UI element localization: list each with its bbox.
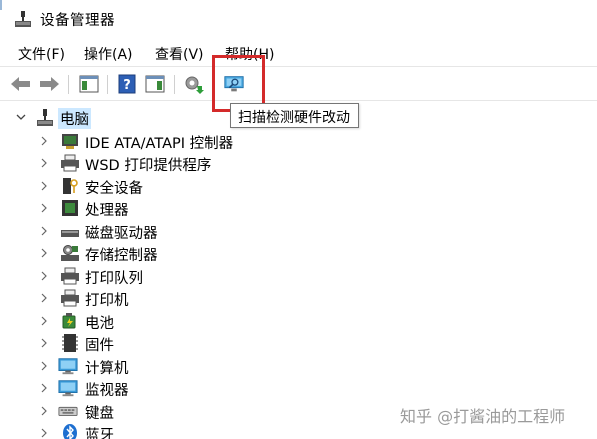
tree-item-monitor[interactable]: 监视器 <box>0 377 597 399</box>
svg-text:?: ? <box>123 78 131 93</box>
update-driver-button[interactable] <box>183 73 205 95</box>
menu-file[interactable]: 文件(F) <box>18 44 65 64</box>
ide-controller-icon <box>62 134 78 149</box>
computer-root-icon <box>37 109 53 126</box>
forward-arrow-icon <box>40 77 59 91</box>
tree-item-security[interactable]: 安全设备 <box>0 175 597 197</box>
monitor-icon <box>58 380 78 397</box>
security-device-icon <box>63 178 78 194</box>
tree-item-ide[interactable]: IDE ATA/ATAPI 控制器 <box>0 130 597 152</box>
computer-icon <box>58 358 78 375</box>
tree-item-printer[interactable]: 打印机 <box>0 287 597 309</box>
chevron-right-icon[interactable] <box>39 405 49 417</box>
scan-hardware-tooltip: 扫描检测硬件改动 <box>230 103 359 128</box>
watermark-text: 知乎 @打酱油的工程师 <box>400 407 566 426</box>
battery-icon <box>62 313 76 329</box>
chevron-right-icon[interactable] <box>39 202 49 214</box>
chevron-right-icon[interactable] <box>39 247 49 259</box>
chevron-right-icon[interactable] <box>39 135 49 147</box>
tree-item-disk[interactable]: 磁盘驱动器 <box>0 220 597 242</box>
tree-item-processor[interactable]: 处理器 <box>0 197 597 219</box>
chevron-right-icon[interactable] <box>39 292 49 304</box>
tree-item-label: 磁盘驱动器 <box>85 226 158 242</box>
processor-icon <box>62 200 78 216</box>
device-manager-icon <box>15 11 31 27</box>
toolbar-separator <box>68 75 69 94</box>
tree-item-label: 打印机 <box>85 293 129 309</box>
update-driver-icon <box>185 76 204 94</box>
keyboard-icon <box>58 406 78 417</box>
chevron-right-icon[interactable] <box>39 157 49 169</box>
bluetooth-icon <box>63 424 77 439</box>
tree-item-label: 计算机 <box>85 361 129 377</box>
tree-item-battery[interactable]: 电池 <box>0 310 597 332</box>
tree-item-computer[interactable]: 计算机 <box>0 355 597 377</box>
window-title: 设备管理器 <box>40 13 115 29</box>
chevron-right-icon[interactable] <box>39 180 49 192</box>
tree-root-label: 电脑 <box>58 108 91 129</box>
tree-item-label: 固件 <box>85 338 114 354</box>
chevron-right-icon[interactable] <box>39 337 49 349</box>
tree-item-label: 监视器 <box>85 383 129 399</box>
toolbar-separator <box>174 75 175 94</box>
properties-button[interactable] <box>144 73 166 95</box>
show-hide-console-tree-icon <box>79 75 99 93</box>
chevron-right-icon[interactable] <box>39 315 49 327</box>
toolbar-separator <box>107 75 108 94</box>
chevron-right-icon[interactable] <box>39 382 49 394</box>
tree-item-label: 处理器 <box>85 203 129 219</box>
device-manager-window: 设备管理器 文件(F) 操作(A) 查看(V) 帮助(H) ? 电脑 IDE A… <box>0 0 597 439</box>
tree-item-label: 电池 <box>85 316 114 332</box>
disk-drive-icon <box>61 230 79 237</box>
firmware-icon <box>62 334 78 352</box>
tree-item-print-queue[interactable]: 打印队列 <box>0 265 597 287</box>
tree-item-label: 打印队列 <box>85 271 143 287</box>
chevron-right-icon[interactable] <box>39 360 49 372</box>
tree-item-label: 蓝牙 <box>85 428 114 439</box>
printer-icon <box>61 154 79 172</box>
print-queue-icon <box>61 267 79 285</box>
properties-pane-icon <box>145 75 165 93</box>
chevron-right-icon[interactable] <box>39 427 49 439</box>
chevron-down-icon[interactable] <box>16 111 26 123</box>
help-icon: ? <box>118 74 136 94</box>
help-button[interactable]: ? <box>116 73 138 95</box>
chevron-right-icon[interactable] <box>39 270 49 282</box>
menu-bar: 文件(F) 操作(A) 查看(V) 帮助(H) <box>0 41 597 65</box>
tree-item-firmware[interactable]: 固件 <box>0 332 597 354</box>
menu-action[interactable]: 操作(A) <box>84 44 133 64</box>
tree-item-label: WSD 打印提供程序 <box>85 158 212 174</box>
title-bar: 设备管理器 <box>0 0 597 38</box>
tree-item-label: 键盘 <box>85 406 114 422</box>
back-arrow-icon <box>11 77 30 91</box>
storage-controller-icon <box>61 245 79 261</box>
chevron-right-icon[interactable] <box>39 225 49 237</box>
forward-button[interactable] <box>38 73 60 95</box>
tree-item-label: 安全设备 <box>85 181 143 197</box>
show-hide-tree-button[interactable] <box>78 73 100 95</box>
tree-item-wsd[interactable]: WSD 打印提供程序 <box>0 152 597 174</box>
printer-icon <box>61 289 79 307</box>
toolbar: ? <box>0 66 597 101</box>
tree-item-label: IDE ATA/ATAPI 控制器 <box>85 136 234 152</box>
tree-item-storage[interactable]: 存储控制器 <box>0 242 597 264</box>
menu-view[interactable]: 查看(V) <box>155 44 204 64</box>
tree-item-label: 存储控制器 <box>85 248 158 264</box>
back-button[interactable] <box>10 73 32 95</box>
